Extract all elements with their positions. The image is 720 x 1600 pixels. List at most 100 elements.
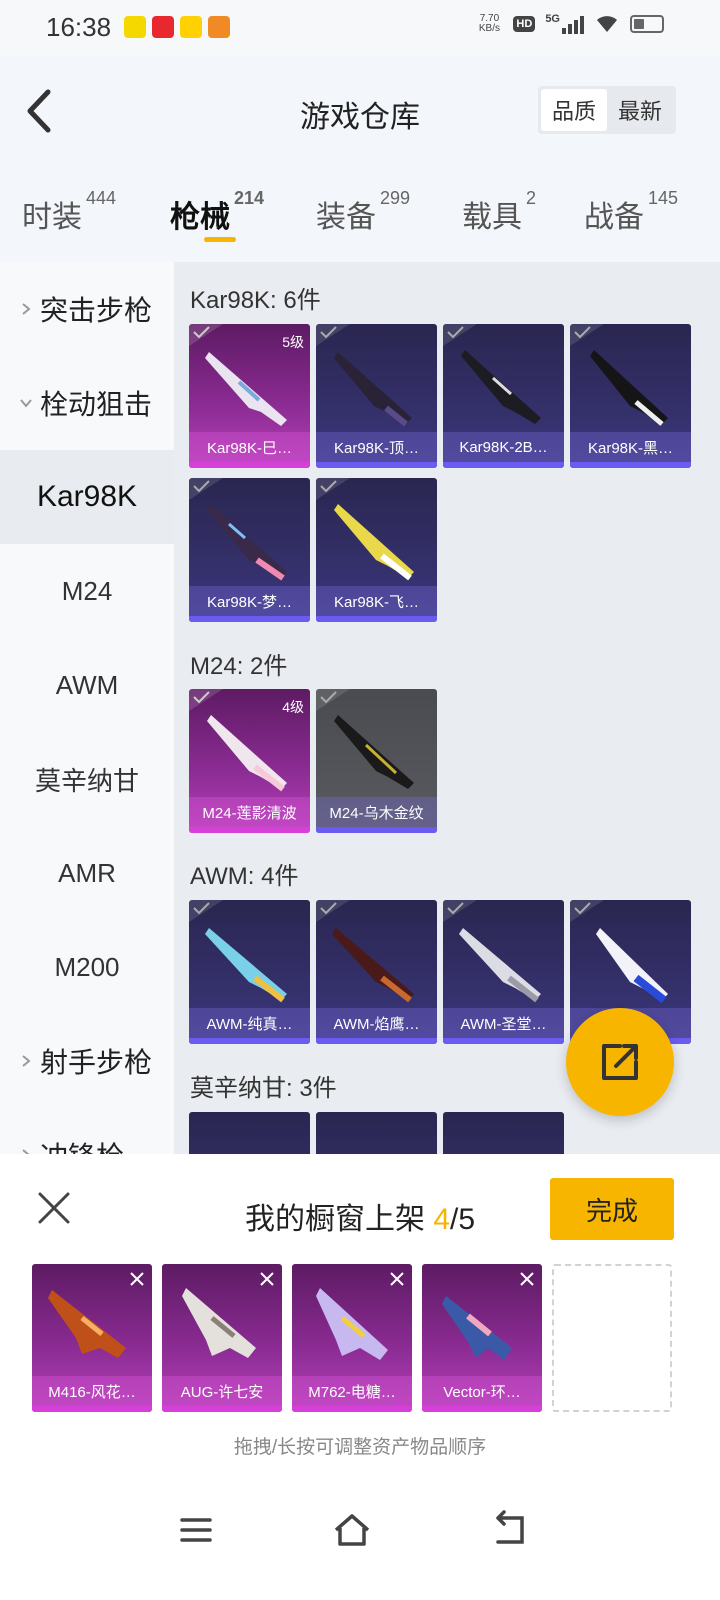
rarity-bar — [422, 1406, 542, 1412]
rifle-icon — [205, 928, 287, 1003]
category-tabs: 时装444 枪械214 装备299 载具2 战备145 — [0, 180, 720, 250]
system-nav-bar — [0, 1484, 720, 1600]
weapon-card[interactable]: Kar98K-飞… — [316, 478, 437, 622]
weapon-card[interactable]: Kar98K-2B… — [443, 324, 564, 468]
weapon-card[interactable]: AWM-圣堂… — [443, 900, 564, 1044]
weapon-card[interactable]: AWM-纯真… — [189, 900, 310, 1044]
network-speed: 7.70 KB/s — [475, 14, 503, 34]
rifle-icon — [590, 350, 668, 426]
showcase-count-current: 4 — [433, 1203, 450, 1236]
tab-equipment[interactable]: 装备299 — [316, 188, 410, 236]
rifle-icon — [459, 928, 541, 1003]
back-icon[interactable] — [488, 1508, 532, 1552]
rarity-bar — [189, 827, 310, 833]
showcase-slot-empty[interactable] — [552, 1264, 672, 1412]
section-title-mosin: 莫辛纳甘: 3件 — [190, 1075, 337, 1102]
rifle-icon — [334, 504, 414, 581]
sidebar-item-bolt-sniper[interactable]: 栓动狙击 — [0, 356, 174, 450]
tab-label: 时装 — [22, 201, 82, 234]
weapon-card[interactable]: Kar98K-梦… — [189, 478, 310, 622]
section-title-awm: AWM: 4件 — [190, 863, 299, 890]
sidebar-item-m200[interactable]: M200 — [0, 920, 174, 1014]
weapon-card[interactable]: Kar98K-顶… — [316, 324, 437, 468]
done-button[interactable]: 完成 — [550, 1178, 674, 1240]
app-notification-icon — [208, 16, 230, 38]
chevron-right-icon — [16, 299, 36, 319]
rarity-bar — [189, 1038, 310, 1044]
battery-icon — [630, 15, 664, 33]
sort-toggle: 品质 最新 — [538, 86, 676, 134]
showcase-title-text: 我的橱窗上架 — [244, 1203, 434, 1236]
weapon-card[interactable]: 4级 M24-莲影清波 — [189, 689, 310, 833]
weapon-type-sidebar: 突击步枪 栓动狙击 Kar98K M24 AWM 莫辛纳甘 AMR M200 射… — [0, 262, 174, 1154]
rarity-bar — [570, 462, 691, 468]
sidebar-item-label: 射手步枪 — [40, 1047, 153, 1078]
status-indicators: 7.70 KB/s HD 5G — [475, 14, 664, 34]
showcase-slot[interactable]: Vector-环… — [422, 1264, 542, 1412]
sidebar-item-smg[interactable]: 冲锋枪 — [0, 1108, 174, 1154]
weapon-card[interactable]: M24-乌木金纹 — [316, 689, 437, 833]
chevron-right-icon — [16, 1145, 36, 1154]
chevron-down-icon — [16, 393, 36, 413]
weapon-name: Kar98K-巳… — [189, 432, 310, 462]
wifi-icon — [597, 16, 617, 32]
rifle-icon — [332, 928, 414, 1003]
sidebar-item-m24[interactable]: M24 — [0, 544, 174, 638]
cell-signal-icon: 5G — [545, 14, 584, 34]
share-button[interactable] — [566, 1008, 674, 1116]
weapon-card[interactable] — [316, 1112, 437, 1154]
sort-quality-button[interactable]: 品质 — [541, 89, 607, 131]
rarity-bar — [443, 1038, 564, 1044]
tab-count: 145 — [648, 188, 679, 208]
tab-weapons[interactable]: 枪械214 — [170, 188, 264, 236]
tab-vehicles[interactable]: 载具2 — [462, 188, 536, 236]
rarity-bar — [292, 1406, 412, 1412]
rarity-bar — [443, 462, 564, 468]
tab-count: 444 — [86, 188, 117, 208]
section-title-m24: M24: 2件 — [190, 653, 288, 680]
status-time: 16:38 — [46, 12, 112, 42]
sidebar-item-amr[interactable]: AMR — [0, 826, 174, 920]
app-header: 游戏仓库 品质 最新 — [0, 56, 720, 166]
weapon-name: Kar98K-飞… — [316, 586, 437, 616]
sidebar-item-marksman-rifle[interactable]: 射手步枪 — [0, 1014, 174, 1108]
tab-fashion[interactable]: 时装444 — [22, 188, 116, 236]
network-type: 5G — [545, 13, 560, 25]
weapon-name: Vector-环… — [422, 1376, 542, 1406]
sidebar-item-kar98k[interactable]: Kar98K — [0, 450, 174, 544]
sort-newest-button[interactable]: 最新 — [607, 89, 673, 131]
weapon-name: Kar98K-顶… — [316, 432, 437, 462]
hd-badge: HD — [513, 16, 536, 32]
sidebar-item-assault-rifle[interactable]: 突击步枪 — [0, 262, 174, 356]
showcase-slot[interactable]: M762-电糖… — [292, 1264, 412, 1412]
weapon-card[interactable] — [189, 1112, 310, 1154]
weapon-name: Kar98K-梦… — [189, 586, 310, 616]
sidebar-item-mosin[interactable]: 莫辛纳甘 — [0, 732, 174, 826]
active-tab-indicator — [204, 237, 236, 242]
sidebar-item-awm[interactable]: AWM — [0, 638, 174, 732]
menu-icon[interactable] — [174, 1508, 218, 1552]
sidebar-item-label: 栓动狙击 — [40, 389, 153, 420]
weapon-name: AWM-圣堂… — [443, 1008, 564, 1038]
showcase-slot[interactable]: AUG-许七安 — [162, 1264, 282, 1412]
rifle-icon — [205, 352, 287, 426]
showcase-count-total: /5 — [450, 1203, 476, 1236]
app-notification-icon — [180, 16, 202, 38]
weapon-name: AWM-纯真… — [189, 1008, 310, 1038]
rifle-icon — [334, 715, 414, 789]
rarity-bar — [162, 1406, 282, 1412]
showcase-slot[interactable]: M416-风花… — [32, 1264, 152, 1412]
weapon-name: Kar98K-黑… — [570, 432, 691, 462]
section-title-kar98k: Kar98K: 6件 — [190, 287, 321, 314]
tab-count: 214 — [234, 188, 265, 208]
weapon-card[interactable]: AWM-焰鹰… — [316, 900, 437, 1044]
rarity-bar — [316, 1038, 437, 1044]
weapon-card[interactable]: 5级 Kar98K-巳… — [189, 324, 310, 468]
weapon-card[interactable] — [443, 1112, 564, 1154]
tab-supplies[interactable]: 战备145 — [584, 188, 678, 236]
weapon-card[interactable]: Kar98K-黑… — [570, 324, 691, 468]
network-speed-unit: KB/s — [478, 23, 500, 34]
tab-count: 2 — [526, 188, 537, 208]
rifle-icon — [48, 1290, 126, 1358]
home-icon[interactable] — [330, 1508, 374, 1552]
